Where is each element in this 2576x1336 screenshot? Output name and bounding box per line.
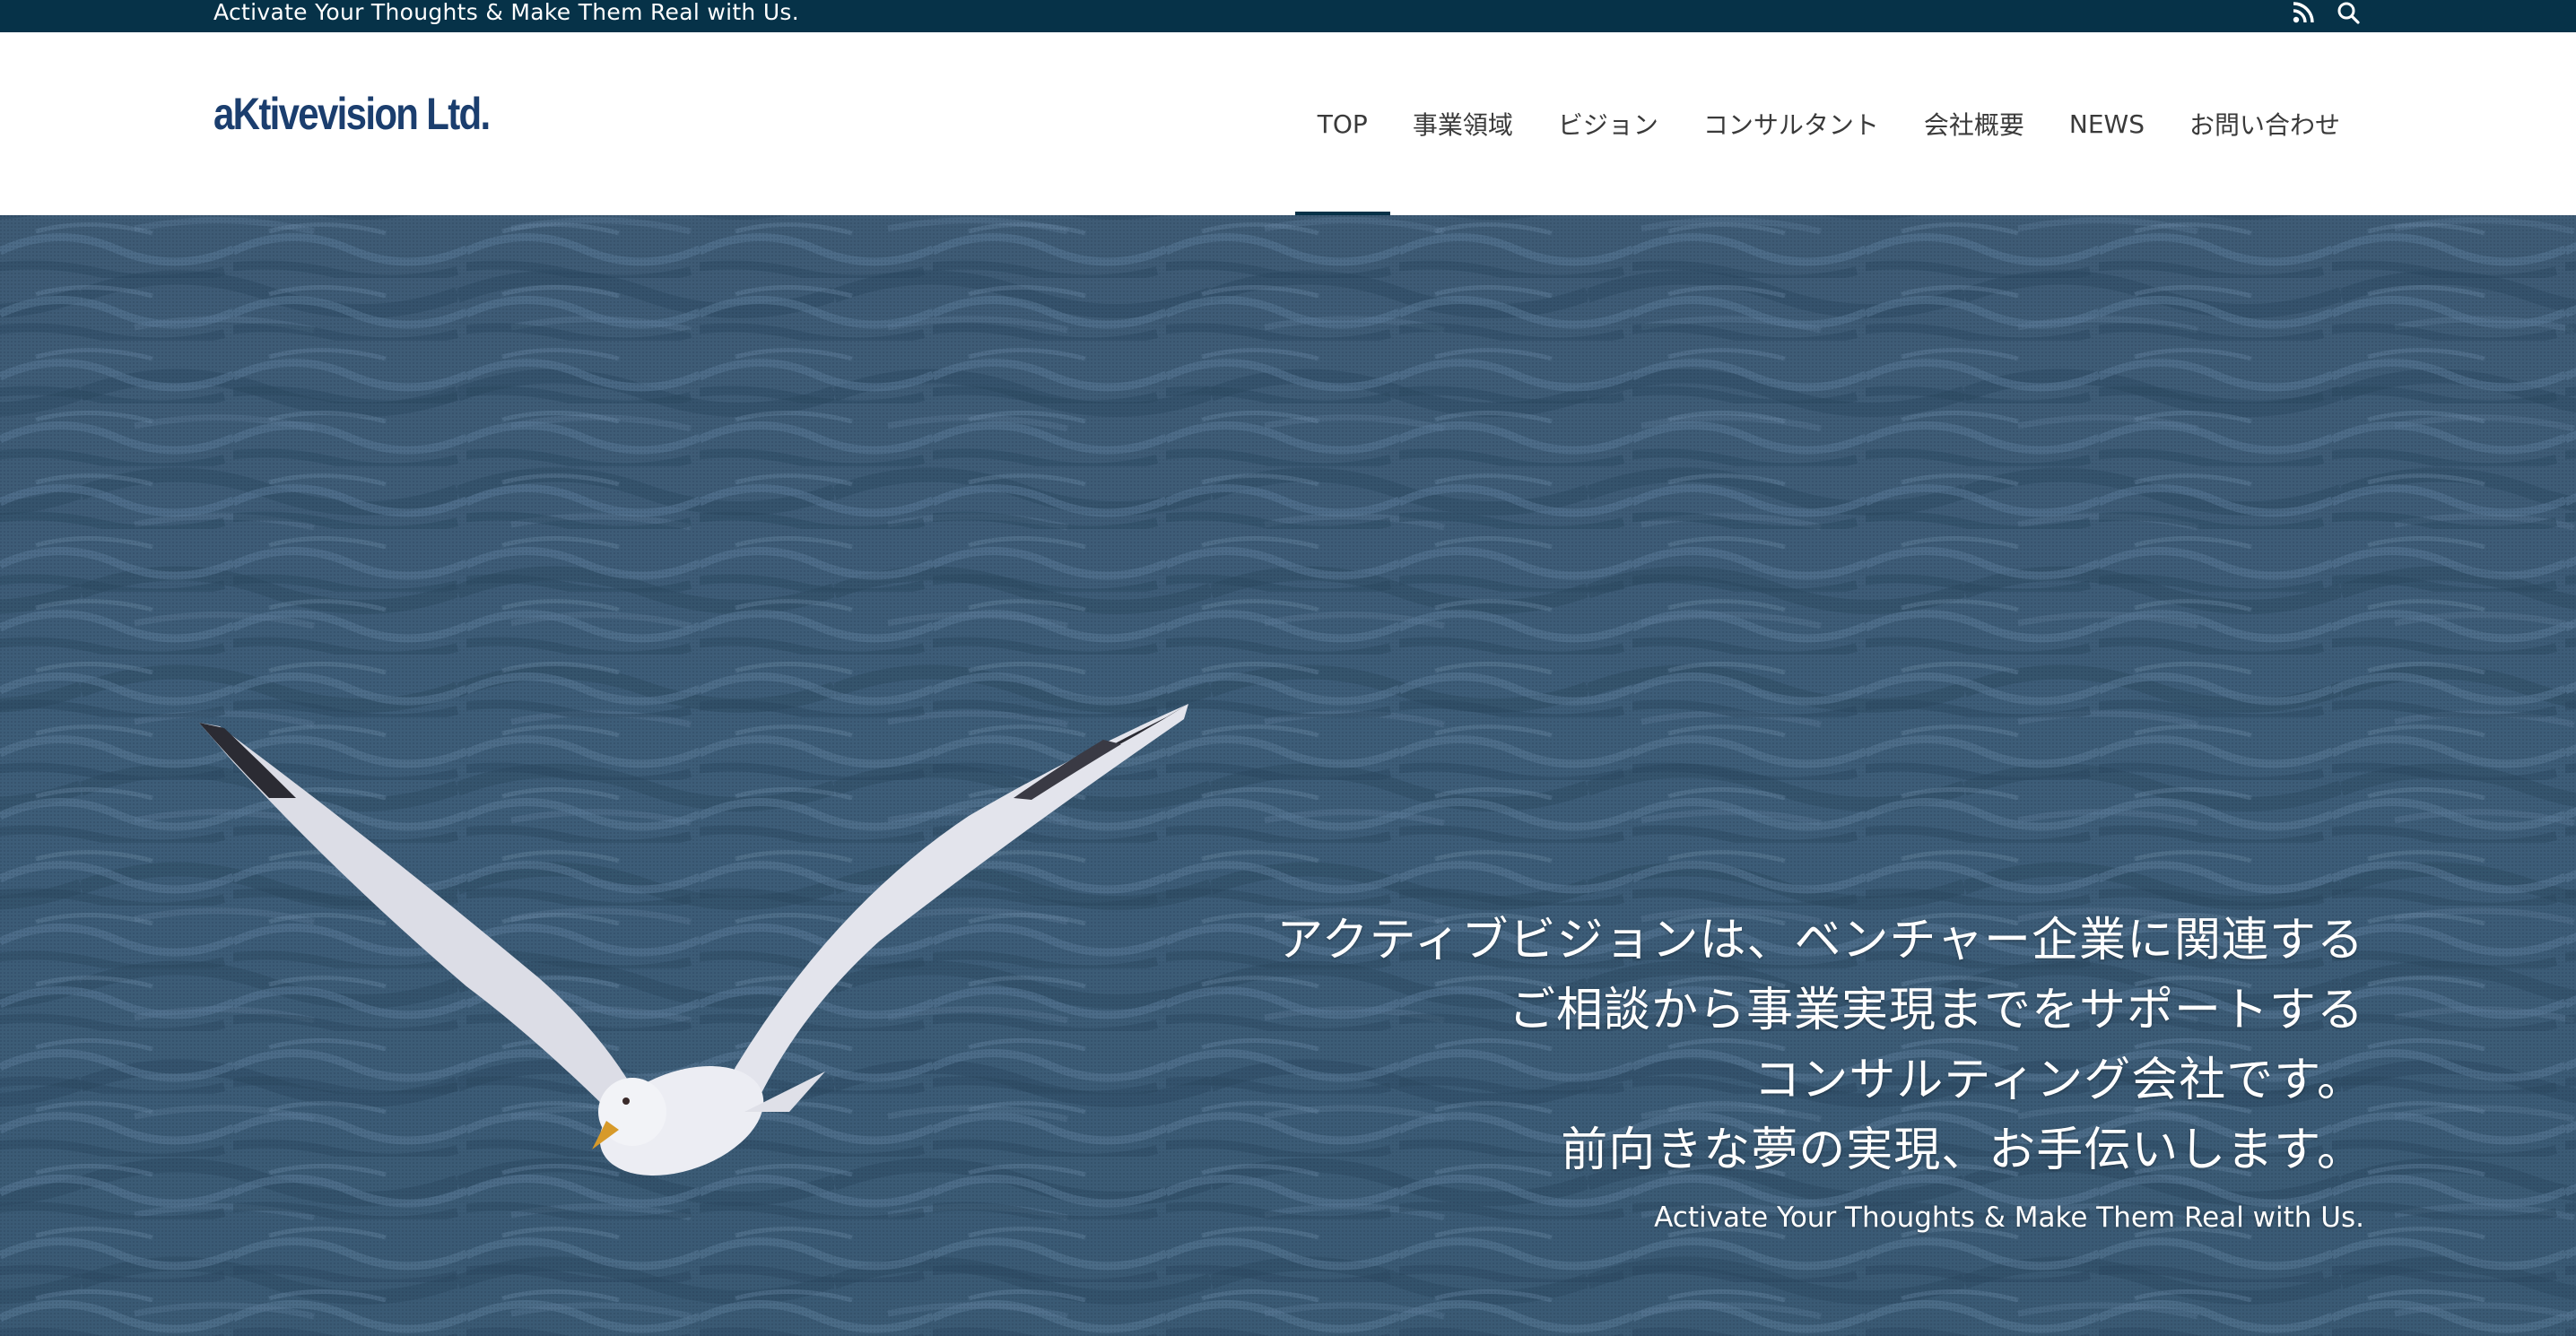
hero-line-4: 前向きな夢の実現、お手伝いします。: [1561, 1123, 2364, 1177]
site-logo[interactable]: aKtivevision Ltd.: [213, 91, 491, 136]
nav-item-news[interactable]: NEWS: [2047, 32, 2167, 215]
main-nav: TOP 事業領域 ビジョン コンサルタント 会社概要 NEWS お問い合わせ: [1294, 32, 2363, 215]
nav-item-company[interactable]: 会社概要: [1902, 32, 2047, 215]
top-bar-icons: [2291, 0, 2361, 25]
hero-headline: アクティブビジョンは、ベンチャー企業に関連する ご相談から事業実現までをサポート…: [1276, 906, 2364, 1185]
top-tagline: Activate Your Thoughts & Make Them Real …: [213, 0, 799, 25]
hero-line-3: コンサルティング会社です。: [1754, 1054, 2364, 1107]
top-bar: Activate Your Thoughts & Make Them Real …: [0, 0, 2576, 32]
search-icon[interactable]: [2336, 0, 2361, 25]
site-header: aKtivevision Ltd. TOP 事業領域 ビジョン コンサルタント …: [0, 32, 2576, 215]
nav-item-vision[interactable]: ビジョン: [1536, 32, 1681, 215]
hero-line-2: ご相談から事業実現までをサポートする: [1508, 984, 2364, 1037]
nav-item-contact[interactable]: お問い合わせ: [2167, 32, 2363, 215]
rss-icon[interactable]: [2291, 0, 2316, 25]
hero-section: アクティブビジョンは、ベンチャー企業に関連する ご相談から事業実現までをサポート…: [0, 215, 2576, 1336]
hero-subline: Activate Your Thoughts & Make Them Real …: [1654, 1202, 2364, 1234]
nav-item-consultants[interactable]: コンサルタント: [1681, 32, 1902, 215]
nav-item-top[interactable]: TOP: [1294, 32, 1390, 215]
hero-overlay: アクティブビジョンは、ベンチャー企業に関連する ご相談から事業実現までをサポート…: [1276, 906, 2364, 1237]
hero-line-1: アクティブビジョンは、ベンチャー企業に関連する: [1276, 914, 2364, 967]
nav-item-business[interactable]: 事業領域: [1390, 32, 1536, 215]
